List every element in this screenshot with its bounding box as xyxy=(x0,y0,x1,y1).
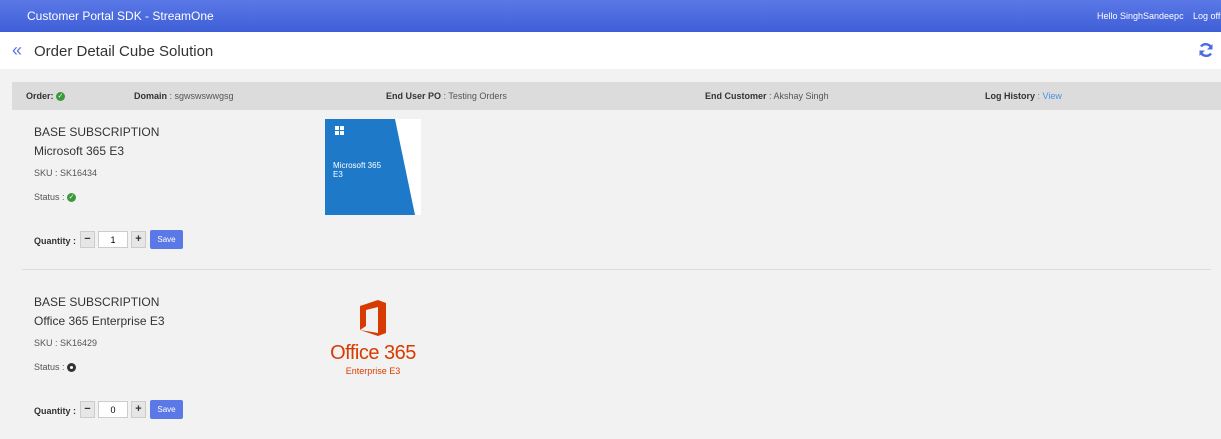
check-circle-icon: ✓ xyxy=(56,92,66,102)
end-customer-value: : Akshay Singh xyxy=(769,91,829,101)
logo-caption: Microsoft 365 E3 xyxy=(333,161,381,179)
status-label: Status : xyxy=(34,192,65,202)
product-status: Status : ✓ xyxy=(34,192,77,203)
product-name: Microsoft 365 E3 xyxy=(34,144,125,158)
quantity-input[interactable] xyxy=(98,231,128,248)
order-field: Order: ✓ xyxy=(26,91,66,102)
page-header: « Order Detail Cube Solution xyxy=(0,32,1221,69)
increment-button[interactable]: + xyxy=(131,401,146,418)
domain-label: Domain xyxy=(134,91,168,101)
double-chevron-left-icon[interactable]: « xyxy=(12,40,22,61)
log-history-view-link[interactable]: : View xyxy=(1038,91,1062,101)
product-sku: SKU : SK16434 xyxy=(34,168,98,178)
subscription-type: BASE SUBSCRIPTION xyxy=(34,125,160,139)
logo-line-1: Microsoft 365 xyxy=(333,161,382,170)
logo-line-2: Enterprise E3 xyxy=(345,366,401,376)
microsoft-365-e3-logo: Microsoft 365 E3 xyxy=(325,119,421,215)
domain-value: : sgwswswwgsg xyxy=(169,91,234,101)
product-status: Status : xyxy=(34,362,77,373)
windows-icon xyxy=(335,126,345,136)
pending-circle-icon xyxy=(67,363,77,373)
logoff-link[interactable]: Log off xyxy=(1193,11,1220,21)
log-history-label: Log History xyxy=(985,91,1036,101)
refresh-icon[interactable] xyxy=(1198,42,1214,58)
top-nav-bar: Customer Portal SDK - StreamOne Hello Si… xyxy=(0,0,1221,32)
product-name: Office 365 Enterprise E3 xyxy=(34,314,165,328)
office-365-enterprise-e3-logo: Office 365 Enterprise E3 xyxy=(318,298,428,382)
end-user-po-label: End User PO xyxy=(386,91,442,101)
end-customer-field: End Customer : Akshay Singh xyxy=(705,91,829,101)
quantity-label: Quantity : xyxy=(34,406,76,416)
decrement-button[interactable]: − xyxy=(80,401,95,418)
subscription-type: BASE SUBSCRIPTION xyxy=(34,295,160,309)
check-circle-icon: ✓ xyxy=(67,193,77,203)
save-button[interactable]: Save xyxy=(150,230,183,249)
product-sku: SKU : SK16429 xyxy=(34,338,98,348)
order-info-bar: Order: ✓ Domain : sgwswswwgsg End User P… xyxy=(12,82,1221,110)
quantity-label: Quantity : xyxy=(34,236,76,246)
end-customer-label: End Customer xyxy=(705,91,767,101)
divider xyxy=(22,269,1211,270)
app-title[interactable]: Customer Portal SDK - StreamOne xyxy=(27,9,214,23)
log-history-field: Log History : View xyxy=(985,91,1062,101)
quantity-input[interactable] xyxy=(98,401,128,418)
increment-button[interactable]: + xyxy=(131,231,146,248)
office-icon xyxy=(360,300,386,336)
order-label: Order: xyxy=(26,91,54,101)
end-user-po-value: : Testing Orders xyxy=(443,91,507,101)
logo-line-1: Office 365 xyxy=(330,342,416,364)
status-label: Status : xyxy=(34,362,65,372)
user-greeting: Hello SinghSandeepc xyxy=(1097,11,1184,21)
page-title: Order Detail Cube Solution xyxy=(34,43,214,60)
save-button[interactable]: Save xyxy=(150,400,183,419)
logo-line-2: E3 xyxy=(333,170,343,179)
domain-field: Domain : sgwswswwgsg xyxy=(134,91,234,101)
decrement-button[interactable]: − xyxy=(80,231,95,248)
end-user-po-field: End User PO : Testing Orders xyxy=(386,91,507,101)
